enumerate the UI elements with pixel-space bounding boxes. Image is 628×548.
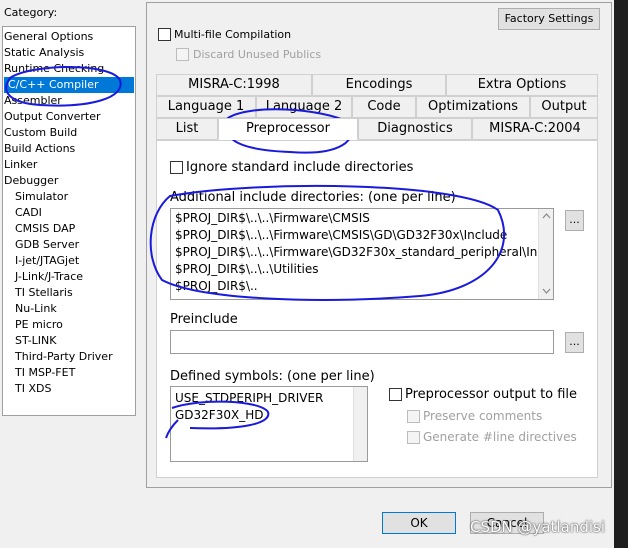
category-list[interactable]: General Options Static Analysis Runtime Ch…	[2, 26, 136, 416]
ignore-std-label: Ignore standard include directories	[186, 160, 414, 175]
include-dir-line: $PROJ_DIR$\..\..\Firmware\GD32F30x_stand…	[175, 245, 544, 259]
include-dir-line: $PROJ_DIR$\..\..\Firmware\CMSIS	[175, 211, 370, 225]
category-item[interactable]: CMSIS DAP	[15, 221, 75, 237]
category-item[interactable]: GDB Server	[15, 237, 79, 253]
pp-output-label: Preprocessor output to file	[405, 387, 578, 402]
category-item[interactable]: ST-LINK	[15, 333, 56, 349]
category-item[interactable]: Third-Party Driver	[15, 349, 113, 365]
category-item[interactable]: Linker	[4, 157, 37, 173]
category-item[interactable]: PE micro	[15, 317, 63, 333]
background-editor-strip	[614, 0, 628, 548]
category-item[interactable]: Nu-Link	[15, 301, 57, 317]
tab-language-1[interactable]: Language 1	[156, 96, 256, 118]
preserve-comments-checkbox	[407, 410, 420, 423]
defined-symbol-line: GD32F30X_HD	[175, 408, 264, 422]
tab-language-2[interactable]: Language 2	[256, 96, 352, 118]
multifile-label: Multi-file Compilation	[174, 28, 292, 41]
category-item[interactable]: Static Analysis	[4, 45, 84, 61]
multifile-checkbox[interactable]	[158, 28, 171, 41]
watermark: CSDN @yatlandisi	[470, 518, 606, 536]
include-dirs-browse-button[interactable]: ...	[565, 210, 584, 231]
include-dir-line: $PROJ_DIR$\..\..\Firmware\CMSIS\GD\GD32F…	[175, 228, 508, 242]
include-dirs-scrollbar[interactable]	[538, 209, 553, 299]
defined-symbols-textarea[interactable]: USE_STDPERIPH_DRIVER GD32F30X_HD	[170, 386, 368, 462]
tab-preprocessor[interactable]: Preprocessor	[218, 118, 358, 140]
ignore-std-checkbox[interactable]	[170, 161, 183, 174]
defined-symbol-line: USE_STDPERIPH_DRIVER	[175, 391, 324, 405]
category-item[interactable]: Build Actions	[4, 141, 75, 157]
tab-misra-1998[interactable]: MISRA-C:1998	[156, 74, 312, 96]
category-item[interactable]: CADI	[15, 205, 42, 221]
category-item[interactable]: TI Stellaris	[15, 285, 73, 301]
preserve-comments-label: Preserve comments	[423, 409, 543, 423]
generate-line-checkbox	[407, 431, 420, 444]
category-item[interactable]: Output Converter	[4, 109, 101, 125]
category-label: Category:	[4, 6, 58, 19]
defined-symbols-scrollbar[interactable]	[353, 387, 367, 461]
category-item[interactable]: Runtime Checking	[4, 61, 104, 77]
tab-list[interactable]: List	[156, 118, 218, 140]
discard-publics-label: Discard Unused Publics	[193, 48, 322, 61]
category-item[interactable]: TI XDS	[15, 381, 51, 397]
tab-misra-2004[interactable]: MISRA-C:2004	[472, 118, 598, 140]
include-dir-line: $PROJ_DIR$\..\..\Utilities	[175, 262, 319, 276]
defined-symbols-label: Defined symbols: (one per line)	[170, 369, 375, 384]
include-dir-line: $PROJ_DIR$\..	[175, 279, 258, 293]
category-item[interactable]: Simulator	[15, 189, 68, 205]
factory-settings-button[interactable]: Factory Settings	[498, 8, 600, 30]
category-item[interactable]: Debugger	[4, 173, 58, 189]
category-item[interactable]: Assembler	[4, 93, 62, 109]
discard-publics-checkbox	[176, 48, 189, 61]
tab-encodings[interactable]: Encodings	[312, 74, 446, 96]
tab-optimizations[interactable]: Optimizations	[416, 96, 530, 118]
tab-output[interactable]: Output	[530, 96, 598, 118]
pp-output-checkbox[interactable]	[389, 388, 402, 401]
ok-button[interactable]: OK	[382, 512, 456, 534]
scroll-arrows-icon	[542, 213, 551, 294]
category-item[interactable]: J-Link/J-Trace	[15, 269, 83, 285]
category-item[interactable]: C/C++ Compiler	[4, 77, 134, 93]
preinclude-browse-button[interactable]: ...	[565, 332, 584, 353]
preinclude-label: Preinclude	[170, 312, 238, 327]
tab-code[interactable]: Code	[352, 96, 416, 118]
category-item[interactable]: TI MSP-FET	[15, 365, 75, 381]
tab-extra-options[interactable]: Extra Options	[446, 74, 598, 96]
include-dirs-textarea[interactable]: $PROJ_DIR$\..\..\Firmware\CMSIS $PROJ_DI…	[170, 208, 554, 300]
category-item[interactable]: Custom Build	[4, 125, 77, 141]
category-item[interactable]: I-jet/JTAGjet	[15, 253, 79, 269]
generate-line-label: Generate #line directives	[423, 430, 577, 444]
tab-diagnostics[interactable]: Diagnostics	[358, 118, 472, 140]
preinclude-input[interactable]	[170, 330, 554, 354]
include-dirs-label: Additional include directories: (one per…	[170, 190, 456, 205]
category-item[interactable]: General Options	[4, 29, 93, 45]
